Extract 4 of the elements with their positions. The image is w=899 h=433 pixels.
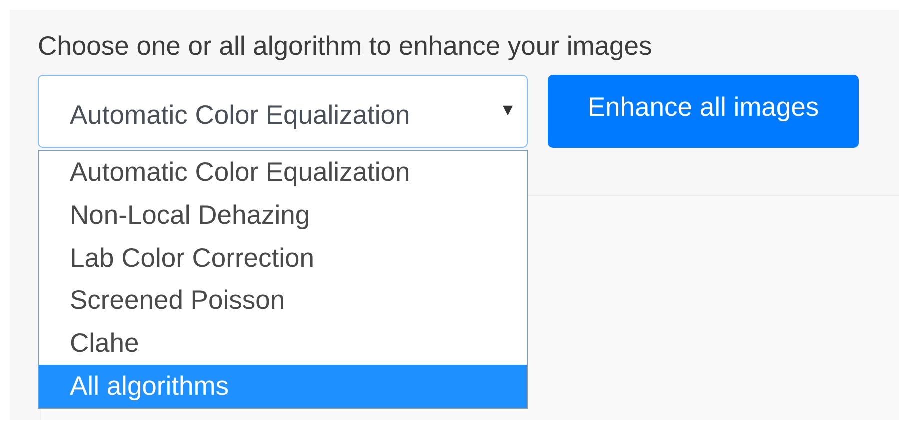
dropdown-arrow: ▾ — [502, 98, 513, 122]
instruction-text: Choose one or all algorithm to enhance your images — [38, 30, 654, 62]
algorithm-select[interactable]: Automatic Color Equalization ▾ — [38, 75, 528, 148]
enhance-button[interactable]: Enhance all images — [548, 75, 859, 148]
